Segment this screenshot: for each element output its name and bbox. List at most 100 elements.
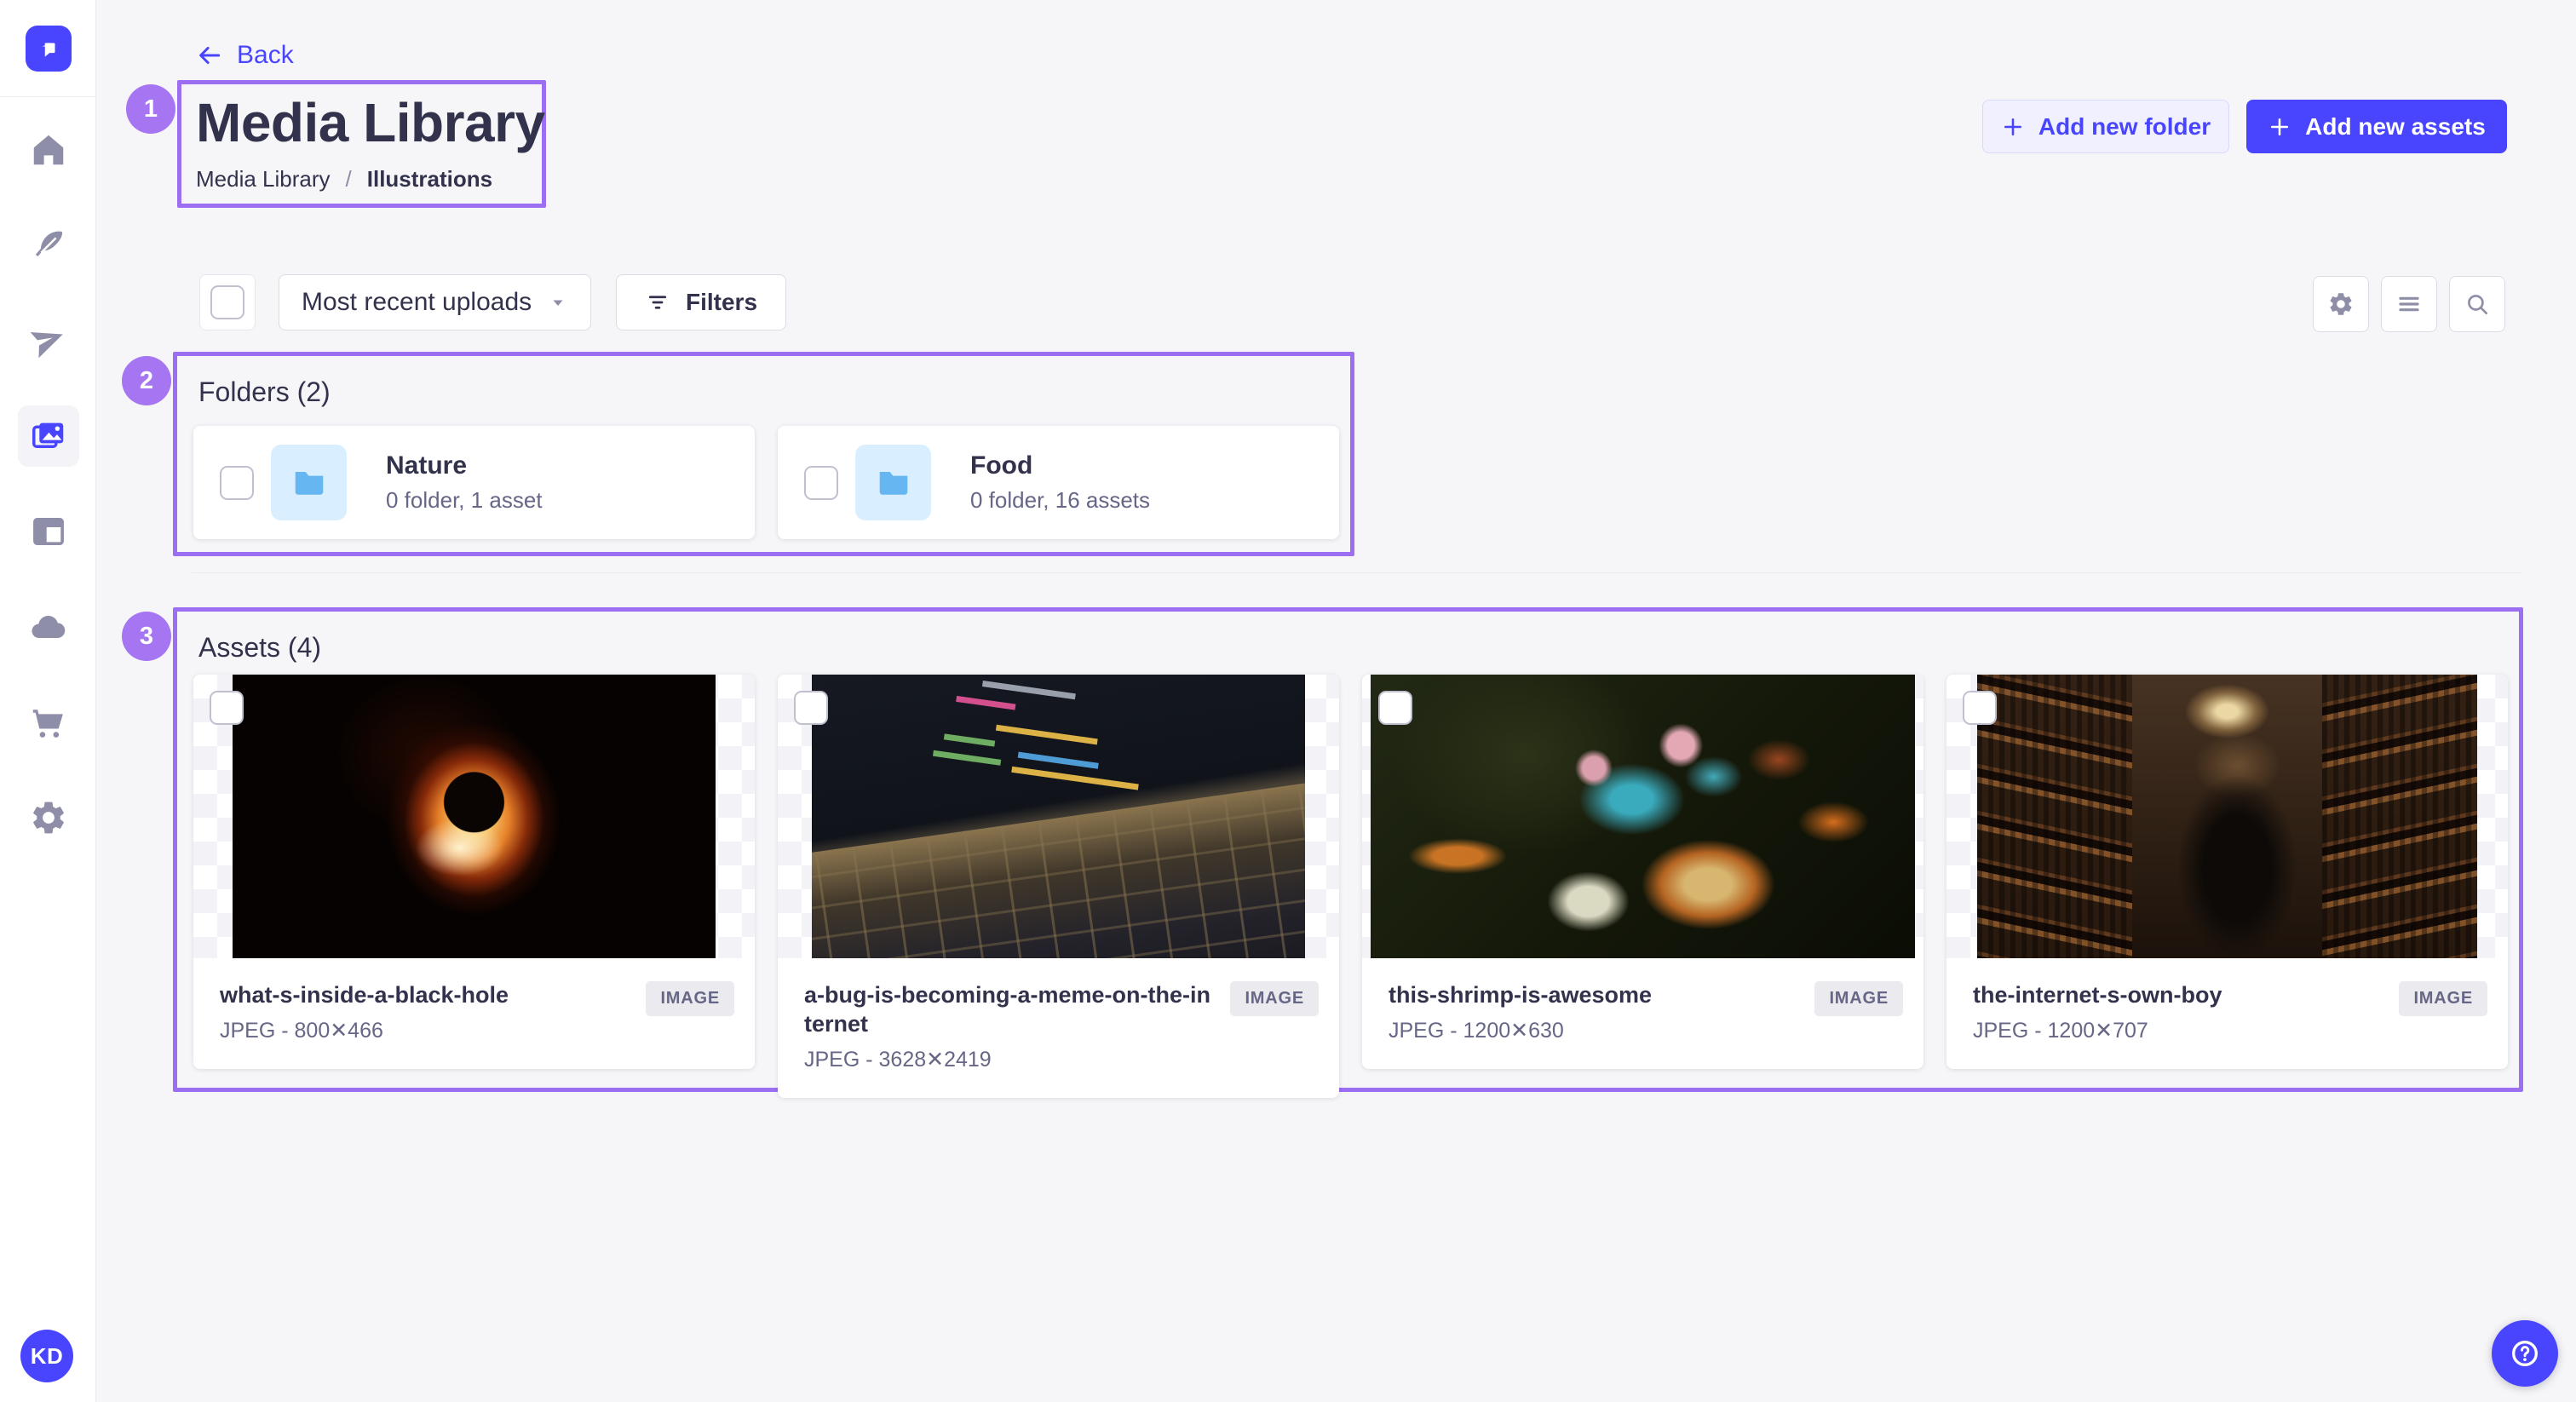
asset-thumb-image [233,675,716,958]
folder-name: Food [970,451,1150,480]
folder-name: Nature [386,451,543,480]
annotation-badge-1: 1 [126,84,175,134]
asset-card[interactable]: this-shrimp-is-awesome JPEG - 1200✕630 I… [1362,675,1923,1069]
sidebar-item-cloud[interactable] [18,596,79,658]
asset-card[interactable]: what-s-inside-a-black-hole JPEG - 800✕46… [193,675,755,1069]
folder-card[interactable]: Food 0 folder, 16 assets [778,426,1339,539]
asset-info: what-s-inside-a-black-hole JPEG - 800✕46… [193,958,755,1069]
list-view-button[interactable] [2381,276,2437,332]
annotation-box-assets: 3 Assets (4) what-s-inside-a-black-hole … [173,607,2523,1092]
user-avatar[interactable]: KD [20,1330,73,1382]
filter-icon [645,290,670,315]
folder-icon-box [271,445,347,520]
sidebar-item-content-type-builder[interactable] [18,501,79,562]
folders-list: Nature 0 folder, 1 asset Food 0 folder, … [193,426,1339,539]
layout-icon [29,512,68,551]
gear-icon [2327,290,2355,318]
breadcrumb-parent[interactable]: Media Library [196,166,331,192]
select-all-wrapper [199,274,256,330]
add-new-folder-button[interactable]: Add new folder [1982,100,2229,153]
asset-type-badge: IMAGE [646,981,734,1016]
asset-meta: JPEG - 1200✕630 [1389,1018,1652,1043]
sidebar-item-settings[interactable] [18,787,79,848]
folder-meta: 0 folder, 1 asset [386,487,543,514]
gear-icon [29,798,68,837]
annotation-box-title: 1 Media Library Media Library / Illustra… [177,80,546,208]
sidebar-item-home[interactable] [18,119,79,181]
sidebar-item-media-library[interactable] [18,405,79,467]
add-new-assets-button[interactable]: Add new assets [2246,100,2507,153]
sort-dropdown[interactable]: Most recent uploads [279,274,591,330]
asset-meta: JPEG - 1200✕707 [1973,1018,2222,1043]
question-icon [2508,1336,2542,1370]
help-button[interactable] [2492,1320,2558,1387]
back-label: Back [237,41,294,70]
asset-name: this-shrimp-is-awesome [1389,981,1652,1010]
asset-texts: the-internet-s-own-boy JPEG - 1200✕707 [1973,981,2222,1043]
strapi-logo-icon [34,34,63,63]
asset-card[interactable]: the-internet-s-own-boy JPEG - 1200✕707 I… [1946,675,2508,1069]
images-icon [29,417,68,456]
asset-info: a-bug-is-becoming-a-meme-on-the-internet… [778,958,1339,1098]
annotation-box-folders: 2 Folders (2) Nature 0 folder, 1 asset F… [173,352,1354,556]
folder-meta: 0 folder, 16 assets [970,487,1150,514]
asset-thumb-image [812,675,1306,958]
asset-meta: JPEG - 3628✕2419 [804,1047,1211,1072]
plus-icon [2268,115,2291,139]
asset-thumbnail [193,675,755,958]
cart-icon [29,703,68,742]
folder-card[interactable]: Nature 0 folder, 1 asset [193,426,755,539]
asset-thumbnail [778,675,1339,958]
page-title: Media Library [196,91,545,154]
folder-checkbox[interactable] [220,466,254,500]
folder-checkbox[interactable] [804,466,838,500]
asset-type-badge: IMAGE [1814,981,1903,1016]
annotation-badge-3: 3 [122,612,171,661]
section-divider [192,572,2521,573]
sidebar-item-content[interactable] [18,215,79,276]
breadcrumb: Media Library / Illustrations [196,166,492,192]
asset-name: the-internet-s-own-boy [1973,981,2222,1010]
sidebar: KD [0,0,96,1402]
asset-info: this-shrimp-is-awesome JPEG - 1200✕630 I… [1362,958,1923,1069]
asset-checkbox[interactable] [1378,691,1412,725]
sidebar-divider [0,96,96,97]
arrow-left-icon [196,42,223,69]
asset-thumb-image [1371,675,1915,958]
asset-card[interactable]: a-bug-is-becoming-a-meme-on-the-internet… [778,675,1339,1098]
list-icon [2395,290,2423,318]
chevron-down-icon [548,292,568,313]
select-all-checkbox[interactable] [210,285,244,319]
view-settings-button[interactable] [2313,276,2369,332]
asset-meta: JPEG - 800✕466 [220,1018,509,1043]
asset-texts: this-shrimp-is-awesome JPEG - 1200✕630 [1389,981,1652,1043]
sort-dropdown-value: Most recent uploads [302,288,532,317]
folder-icon [290,463,329,503]
assets-list: what-s-inside-a-black-hole JPEG - 800✕46… [193,675,2508,1098]
sidebar-item-marketplace[interactable] [18,692,79,753]
plus-icon [2001,115,2025,139]
asset-checkbox[interactable] [210,691,244,725]
folder-text: Food 0 folder, 16 assets [970,451,1150,514]
folder-icon-box [855,445,931,520]
search-button[interactable] [2449,276,2505,332]
strapi-logo[interactable] [26,26,72,72]
asset-checkbox[interactable] [1963,691,1997,725]
home-icon [29,130,68,170]
asset-thumbnail [1362,675,1923,958]
media-library-page: KD Back 1 Media Library Media Library / … [0,0,2576,1402]
add-new-assets-label: Add new assets [2305,113,2486,141]
breadcrumb-separator: / [346,166,352,192]
asset-texts: what-s-inside-a-black-hole JPEG - 800✕46… [220,981,509,1043]
sidebar-item-releases[interactable] [18,310,79,371]
asset-thumbnail [1946,675,2508,958]
asset-name: a-bug-is-becoming-a-meme-on-the-internet [804,981,1211,1039]
filters-button[interactable]: Filters [616,274,786,330]
back-link[interactable]: Back [196,41,294,70]
asset-texts: a-bug-is-becoming-a-meme-on-the-internet… [804,981,1211,1072]
asset-checkbox[interactable] [794,691,828,725]
search-icon [2464,290,2491,318]
asset-type-badge: IMAGE [1230,981,1319,1016]
filters-label: Filters [686,289,757,316]
feather-icon [29,226,68,265]
